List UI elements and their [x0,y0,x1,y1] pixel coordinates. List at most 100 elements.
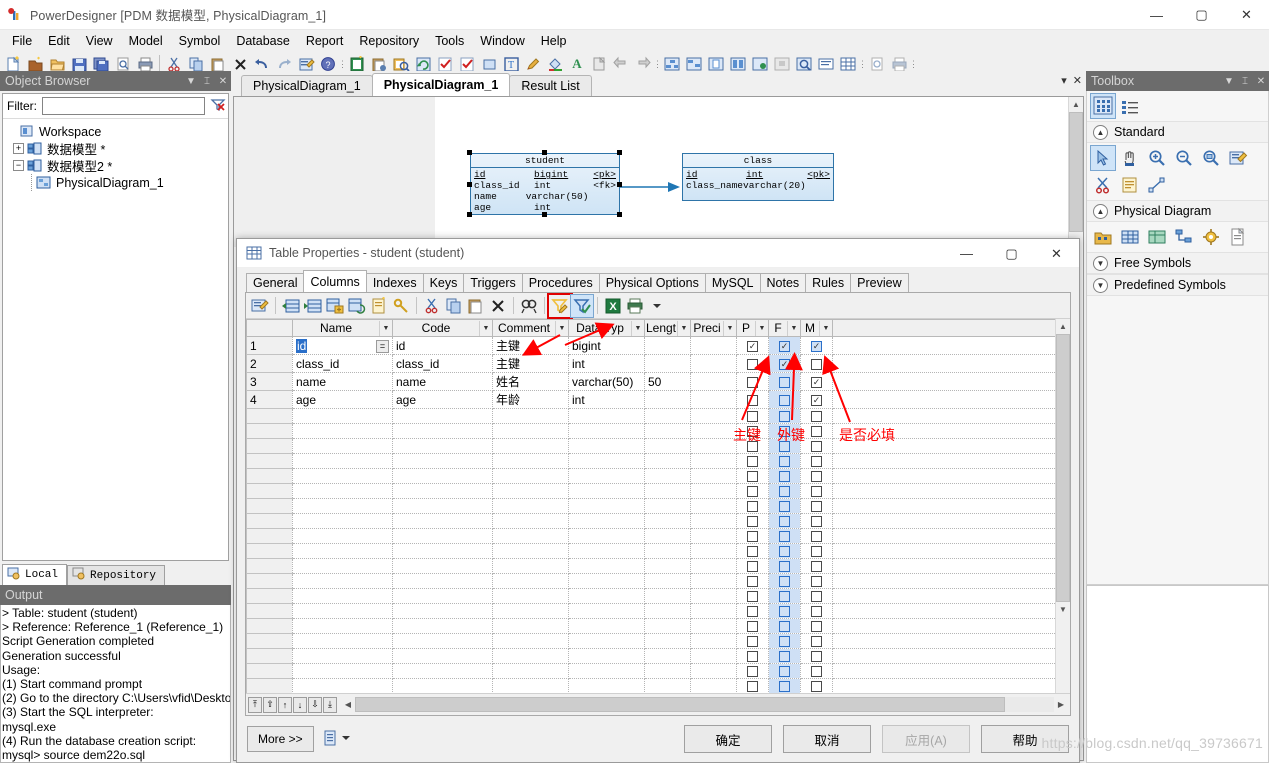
scroll-up-arrow[interactable]: ▲ [1056,319,1070,334]
cell-length[interactable] [644,558,691,574]
cell-comment[interactable] [492,438,569,454]
toolbox-group-free-symbols[interactable]: ▼ Free Symbols [1087,252,1268,274]
cell-name[interactable] [292,483,393,499]
cell-length[interactable] [644,498,691,514]
tab-triggers[interactable]: Triggers [463,273,523,292]
pointer-icon[interactable] [1090,145,1116,171]
cell-length[interactable] [644,678,691,693]
cell-mandatory[interactable] [800,588,833,604]
tab-physical-options[interactable]: Physical Options [598,273,706,292]
chevron-down-icon[interactable]: ▼ [479,320,492,336]
grid-horizontal-scrollbar[interactable]: ◀ ▶ [341,697,1068,712]
reference-icon[interactable] [1172,225,1196,249]
scroll-track[interactable] [355,697,1054,712]
cell-name[interactable] [292,573,393,589]
cell-precision[interactable] [690,663,737,679]
foreign-key-checkbox[interactable] [779,501,790,512]
mandatory-checkbox[interactable] [811,471,822,482]
browser-tab-repository[interactable]: Repository [67,565,166,585]
copy-icon[interactable] [443,295,465,317]
table-row-empty[interactable] [246,663,1057,679]
cell-primary[interactable] [736,558,769,574]
cell-code[interactable] [392,603,493,619]
cell-precision[interactable] [690,423,737,439]
note-icon[interactable] [1118,173,1142,197]
new-note-icon[interactable] [368,295,390,317]
cell-comment[interactable] [492,573,569,589]
cell-datatype[interactable] [568,483,645,499]
mandatory-checkbox[interactable] [811,516,822,527]
tab-procedures[interactable]: Procedures [521,273,600,292]
cell-mandatory[interactable] [800,558,833,574]
table-row[interactable]: 1 = id id 主键 bigint ✓ ✓ ✓ [246,336,1057,355]
cell-length[interactable] [644,453,691,469]
cell-primary[interactable] [736,372,769,391]
cell-precision[interactable] [690,468,737,484]
cell-mandatory[interactable] [800,513,833,529]
chevron-down-icon[interactable]: ▼ [723,320,736,336]
cell-comment[interactable] [492,558,569,574]
col-header-name[interactable]: Name ▼ [292,319,393,337]
cell-length[interactable] [644,423,691,439]
properties-icon[interactable] [1226,146,1250,170]
primary-key-checkbox[interactable] [747,636,758,647]
doc-tab-physicaldiagram-1b[interactable]: PhysicalDiagram_1 [371,73,511,96]
primary-key-checkbox[interactable] [747,456,758,467]
cell-mandatory[interactable]: ✓ [800,390,833,409]
cell-precision[interactable] [690,528,737,544]
primary-key-checkbox[interactable] [747,471,758,482]
cell-comment[interactable] [492,408,569,424]
mandatory-checkbox[interactable] [811,561,822,572]
cell-primary[interactable] [736,468,769,484]
find-icon[interactable] [518,295,540,317]
cell-comment[interactable] [492,603,569,619]
close-icon[interactable]: ✕ [1253,72,1269,90]
cell-length[interactable] [644,408,691,424]
table-row-empty[interactable] [246,543,1057,559]
primary-key-checkbox[interactable] [747,651,758,662]
cell-foreign[interactable] [768,372,801,391]
cell-primary[interactable] [736,498,769,514]
cell-precision[interactable] [690,588,737,604]
cell-name[interactable]: name [292,372,393,391]
table-row-empty[interactable] [246,603,1057,619]
tree-node-workspace[interactable]: Workspace [5,123,228,140]
foreign-key-checkbox[interactable] [779,471,790,482]
maximize-button[interactable]: ▢ [1179,0,1224,30]
cell-primary[interactable] [736,543,769,559]
cell-primary[interactable] [736,603,769,619]
mandatory-checkbox[interactable] [811,576,822,587]
more-button[interactable]: More >> [247,726,314,752]
primary-key-checkbox[interactable] [747,666,758,677]
scroll-thumb[interactable] [1056,334,1070,602]
cell-foreign[interactable] [768,678,801,693]
col-header-datatype[interactable]: Data Typ ▼ [568,319,645,337]
primary-key-checkbox[interactable] [747,606,758,617]
view-icon[interactable] [1145,225,1169,249]
foreign-key-checkbox[interactable] [779,376,790,388]
cell-code[interactable] [392,438,493,454]
toolbox-group-predefined-symbols[interactable]: ▼ Predefined Symbols [1087,274,1268,296]
mandatory-checkbox[interactable] [811,411,822,422]
tab-indexes[interactable]: Indexes [365,273,424,292]
chevron-down-icon[interactable]: ▼ [555,320,568,336]
cell-datatype[interactable] [568,573,645,589]
mandatory-checkbox[interactable] [811,681,822,692]
cell-foreign[interactable] [768,408,801,424]
cell-foreign[interactable] [768,483,801,499]
grid-vertical-scrollbar[interactable]: ▲ ▼ [1055,319,1070,693]
chevron-down-icon[interactable]: ▼ [631,320,644,336]
cell-comment[interactable] [492,498,569,514]
table-row-empty[interactable] [246,648,1057,664]
cell-precision[interactable] [690,438,737,454]
table-row-empty[interactable] [246,438,1057,454]
cell-comment[interactable] [492,648,569,664]
dialog-minimize-button[interactable]: — [944,239,989,268]
delete-icon[interactable] [487,295,509,317]
up-icon[interactable]: ⇧ [263,696,277,713]
cell-precision[interactable] [690,354,737,373]
chevron-down-icon[interactable]: ▼ [787,320,800,336]
table-row-empty[interactable] [246,453,1057,469]
cell-mandatory[interactable] [800,648,833,664]
toolbox-group-physical-diagram[interactable]: ▲ Physical Diagram [1087,200,1268,222]
